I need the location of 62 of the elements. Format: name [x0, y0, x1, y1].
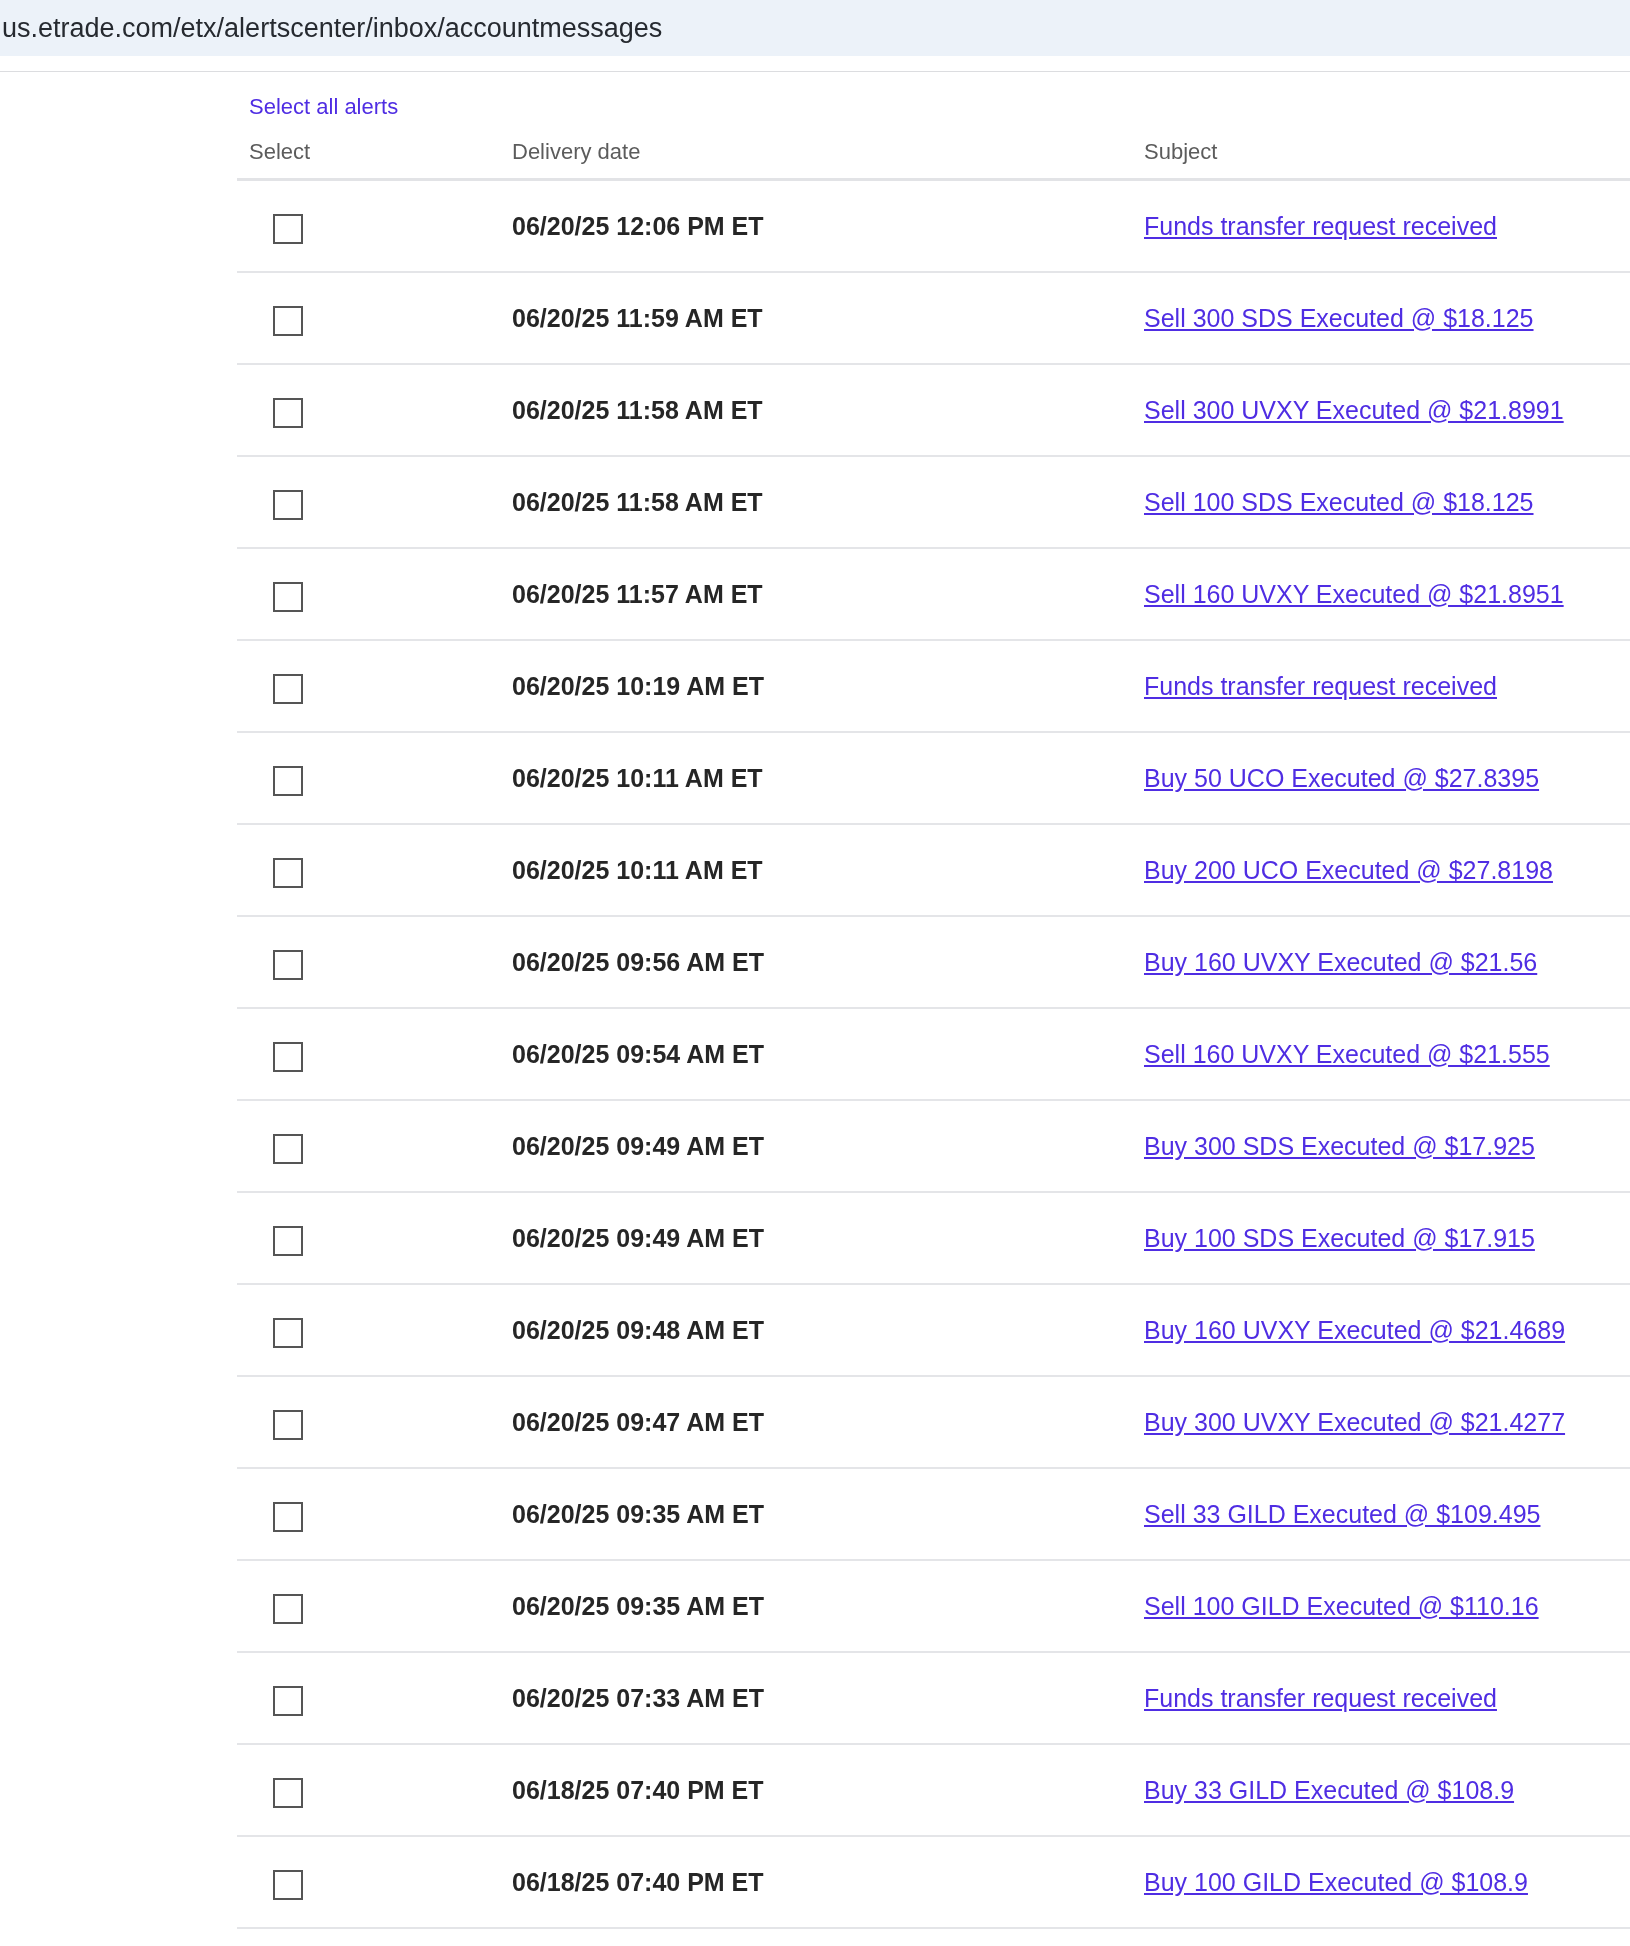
subject-link[interactable]: Sell 100 SDS Executed @ $18.125: [1144, 487, 1534, 516]
subject-link[interactable]: Sell 160 UVXY Executed @ $21.8951: [1144, 579, 1564, 608]
subject-link[interactable]: Buy 160 UVXY Executed @ $21.4689: [1144, 1315, 1566, 1344]
delivery-date: 06/20/25 12:06 PM ET: [512, 211, 764, 240]
checkbox[interactable]: [273, 1502, 303, 1532]
subject-link[interactable]: Buy 300 SDS Executed @ $17.925: [1144, 1131, 1535, 1160]
delivery-date: 06/20/25 09:49 AM ET: [512, 1131, 764, 1160]
delivery-date: 06/20/25 09:35 AM ET: [512, 1499, 764, 1528]
column-header: Delivery date: [512, 139, 641, 165]
checkbox[interactable]: [273, 1318, 303, 1348]
subject-link[interactable]: Funds transfer request received: [1144, 211, 1497, 240]
delivery-date: 06/18/25 07:40 PM ET: [512, 1775, 764, 1804]
subject-link[interactable]: Buy 100 SDS Executed @ $17.915: [1144, 1223, 1535, 1252]
delivery-date: 06/20/25 11:58 AM ET: [512, 487, 763, 516]
delivery-date: 06/20/25 09:54 AM ET: [512, 1039, 764, 1068]
checkbox[interactable]: [273, 766, 303, 796]
checkbox[interactable]: [273, 582, 303, 612]
checkbox[interactable]: [273, 1134, 303, 1164]
checkbox[interactable]: [273, 950, 303, 980]
subject-link[interactable]: Sell 100 GILD Executed @ $110.16: [1144, 1591, 1539, 1620]
checkbox[interactable]: [273, 1778, 303, 1808]
checkbox[interactable]: [273, 1042, 303, 1072]
delivery-date: 06/20/25 07:33 AM ET: [512, 1683, 764, 1712]
delivery-date: 06/18/25 07:40 PM ET: [512, 1867, 764, 1896]
delivery-date: 06/20/25 09:56 AM ET: [512, 947, 764, 976]
delivery-date: 06/20/25 10:19 AM ET: [512, 671, 764, 700]
subject-link[interactable]: Buy 100 GILD Executed @ $108.9: [1144, 1867, 1528, 1896]
checkbox[interactable]: [273, 490, 303, 520]
subject-link[interactable]: Sell 300 UVXY Executed @ $21.8991: [1144, 395, 1564, 424]
delivery-date: 06/20/25 09:35 AM ET: [512, 1591, 764, 1620]
delivery-date: 06/20/25 09:47 AM ET: [512, 1407, 764, 1436]
checkbox[interactable]: [273, 398, 303, 428]
delivery-date: 06/20/25 09:49 AM ET: [512, 1223, 764, 1252]
checkbox[interactable]: [273, 858, 303, 888]
checkbox[interactable]: [273, 306, 303, 336]
subject-link[interactable]: Buy 160 UVXY Executed @ $21.56: [1144, 947, 1538, 976]
address-bar[interactable]: us.etrade.com/etx/alertscenter/inbox/accountmessages: [0, 0, 1630, 56]
checkbox[interactable]: [273, 1870, 303, 1900]
delivery-date: 06/20/25 09:48 AM ET: [512, 1315, 764, 1344]
subject-link[interactable]: Funds transfer request received: [1144, 671, 1497, 700]
delivery-date: 06/20/25 11:59 AM ET: [512, 303, 763, 332]
column-header: Subject: [1144, 139, 1218, 165]
checkbox[interactable]: [273, 1594, 303, 1624]
column-header: Select: [249, 139, 311, 165]
checkbox[interactable]: [273, 1686, 303, 1716]
checkbox[interactable]: [273, 214, 303, 244]
delivery-date: 06/20/25 11:58 AM ET: [512, 395, 763, 424]
checkbox[interactable]: [273, 674, 303, 704]
subject-link[interactable]: Sell 33 GILD Executed @ $109.495: [1144, 1499, 1541, 1528]
select-all-link[interactable]: Select all alerts: [249, 92, 399, 122]
subject-link[interactable]: Buy 33 GILD Executed @ $108.9: [1144, 1775, 1515, 1804]
delivery-date: 06/20/25 10:11 AM ET: [512, 763, 763, 792]
subject-link[interactable]: Funds transfer request received: [1144, 1683, 1497, 1712]
subject-link[interactable]: Buy 50 UCO Executed @ $27.8395: [1144, 763, 1540, 792]
delivery-date: 06/20/25 10:11 AM ET: [512, 855, 763, 884]
checkbox[interactable]: [273, 1410, 303, 1440]
delivery-date: 06/20/25 11:57 AM ET: [512, 579, 763, 608]
subject-link[interactable]: Buy 300 UVXY Executed @ $21.4277: [1144, 1407, 1566, 1436]
subject-link[interactable]: Buy 200 UCO Executed @ $27.8198: [1144, 855, 1553, 884]
subject-link[interactable]: Sell 160 UVXY Executed @ $21.555: [1144, 1039, 1550, 1068]
checkbox[interactable]: [273, 1226, 303, 1256]
subject-link[interactable]: Sell 300 SDS Executed @ $18.125: [1144, 303, 1534, 332]
